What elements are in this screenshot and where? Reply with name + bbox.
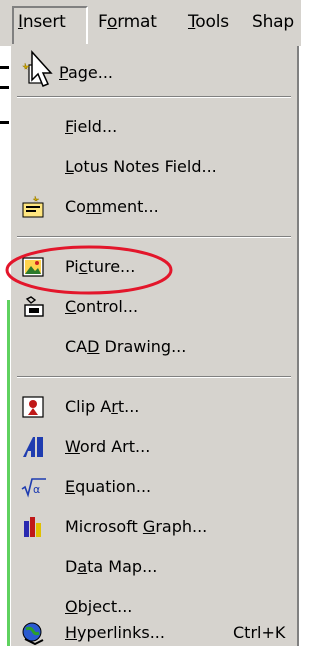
menu-item-label: Clip Art... [65,397,140,416]
menu-item-field[interactable]: Field... [11,110,297,144]
menu-item-label: Control... [65,297,139,316]
menu-item-label: Word Art... [65,437,151,456]
menu-item-cad-drawing[interactable]: CAD Drawing... [11,330,297,364]
equation-icon: α [21,475,47,499]
separator [17,376,291,378]
globe-link-icon [21,621,47,646]
menu-item-label: Page... [59,63,113,82]
separator [17,96,291,98]
menu-item-label: Data Map... [65,557,158,576]
menu-item-label: Object... [65,597,133,616]
menu-item-comment[interactable]: Comment... [11,190,297,224]
menu-format[interactable]: Format [98,12,157,32]
menu-item-hyperlinks[interactable]: Hyperlinks... Ctrl+K [11,616,297,650]
menu-item-label: Microsoft Graph... [65,517,208,536]
menu-item-lotus-notes-field[interactable]: Lotus Notes Field... [11,150,297,184]
highlight-oval [5,245,173,295]
menu-shape[interactable]: Shap [252,12,294,32]
menu-bar: Insert Format Tools Shap [0,0,301,46]
svg-text:α: α [33,483,40,496]
word-art-icon [21,435,47,459]
menu-item-microsoft-graph[interactable]: Microsoft Graph... [11,510,297,544]
menu-item-label: Comment... [65,197,159,216]
menu-item-label: CAD Drawing... [65,337,187,356]
separator [17,236,291,238]
menu-item-word-art[interactable]: Word Art... [11,430,297,464]
graph-icon [21,515,47,539]
menu-item-label: Field... [65,117,118,136]
menu-item-data-map[interactable]: Data Map... [11,550,297,584]
menu-item-label: Equation... [65,477,152,496]
menu-tools[interactable]: Tools [188,12,229,32]
insert-menu-dropdown: Page... Field... Lotus Notes Field... Co… [10,46,299,646]
mouse-cursor-icon [31,50,53,87]
menu-insert[interactable]: Insert [18,12,66,32]
menu-item-label: Hyperlinks... [65,623,165,642]
control-icon [21,295,47,319]
menu-item-label: Lotus Notes Field... [65,157,217,176]
clip-art-icon [21,395,47,419]
menu-item-equation[interactable]: α Equation... [11,470,297,504]
comment-icon [21,195,47,219]
menu-item-clip-art[interactable]: Clip Art... [11,390,297,424]
shortcut-label: Ctrl+K [233,623,286,642]
